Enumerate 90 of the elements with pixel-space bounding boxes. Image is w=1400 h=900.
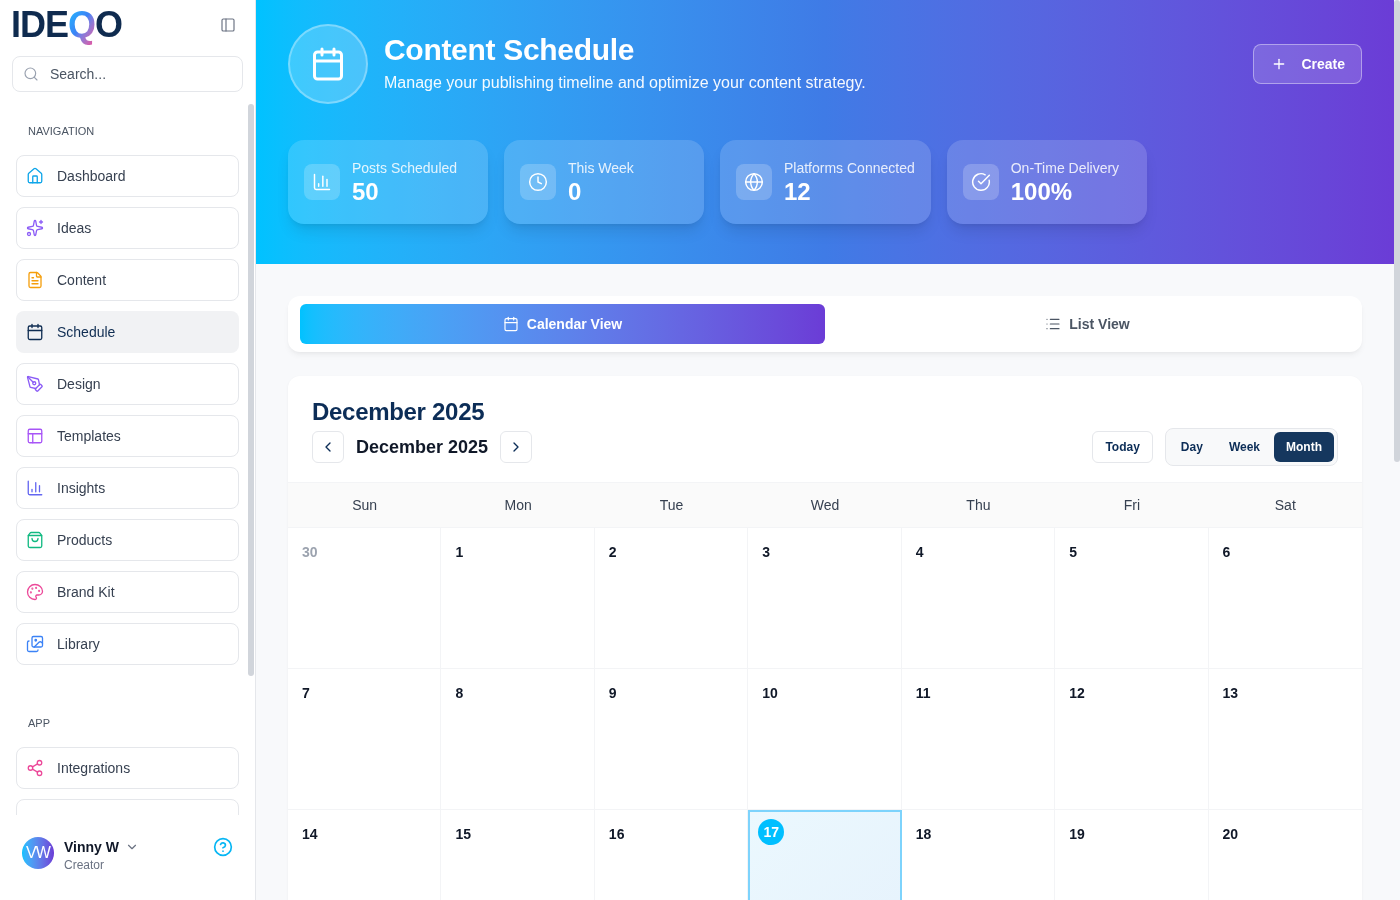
day-number: 7 — [302, 685, 310, 701]
scrollbar-thumb[interactable] — [1394, 0, 1400, 462]
bar-chart-icon — [304, 164, 340, 200]
view-tab[interactable]: Calendar View — [300, 304, 825, 344]
section-label: APP — [28, 716, 50, 731]
day-number: 6 — [1222, 544, 1231, 560]
weekday-label: Tue — [659, 496, 684, 515]
create-button[interactable]: Create — [1253, 44, 1362, 84]
user-menu-button[interactable]: Vinny W — [64, 837, 139, 857]
day-number: 1 — [455, 544, 464, 560]
images-icon — [26, 635, 44, 653]
calendar-icon — [502, 316, 519, 332]
calendar-title: December 2025 — [312, 397, 485, 427]
scrollbar-thumb[interactable] — [248, 104, 254, 676]
view-tab[interactable]: List View — [825, 304, 1350, 344]
nav-item[interactable]: Brand Kit — [16, 571, 239, 613]
calendar-period: December 2025 — [356, 435, 489, 459]
nav-item[interactable]: Schedule — [16, 311, 239, 353]
stat-value: 100% — [1010, 178, 1073, 206]
day-number: 5 — [1069, 544, 1077, 560]
avatar[interactable]: VW — [22, 837, 54, 869]
nav-item[interactable]: Insights — [16, 467, 239, 509]
today-button[interactable]: Today — [1092, 431, 1153, 463]
view-mode-tab[interactable]: Month — [1274, 432, 1334, 462]
stat-label: On-Time Delivery — [1010, 159, 1120, 178]
list-icon — [1045, 316, 1062, 332]
clock-icon — [520, 164, 556, 200]
nav-item[interactable]: Library — [16, 623, 239, 665]
view-mode-tab[interactable]: Day — [1168, 432, 1215, 462]
nav-item[interactable]: Ideas — [16, 207, 239, 249]
day-number: 19 — [1069, 826, 1085, 842]
section-label: NAVIGATION — [28, 124, 95, 139]
stat-value: 0 — [568, 178, 582, 206]
day-number: 14 — [302, 826, 318, 842]
shopping-bag-icon — [26, 531, 44, 549]
palette-icon — [26, 583, 44, 601]
search-field[interactable]: Search... — [12, 56, 243, 92]
nav-item[interactable]: Integrations — [16, 747, 239, 789]
calendar-day-cell[interactable]: 7 — [288, 669, 442, 809]
day-number: 12 — [1069, 685, 1085, 701]
day-number: 11 — [915, 685, 931, 701]
day-number: 13 — [1222, 685, 1239, 701]
stat-value: 50 — [352, 178, 379, 206]
next-button[interactable] — [500, 431, 533, 463]
weekday-label: Thu — [966, 496, 991, 515]
nav-item[interactable]: Dashboard — [16, 155, 239, 197]
day-number: 10 — [762, 685, 778, 701]
day-number: 4 — [915, 544, 924, 560]
day-number: 30 — [302, 544, 318, 560]
nav-item[interactable]: Content — [16, 259, 239, 301]
stat-label: Platforms Connected — [784, 159, 915, 178]
weekday-label: Sat — [1274, 496, 1296, 515]
stat-label: Posts Scheduled — [352, 159, 458, 178]
page-title: Content Schedule — [384, 32, 635, 68]
stat-value: 12 — [784, 178, 811, 206]
view-mode-tab[interactable]: Week — [1216, 432, 1272, 462]
day-number: 16 — [608, 826, 625, 842]
day-number: 18 — [915, 826, 932, 842]
logo: IDEQO — [11, 7, 123, 43]
calendar-icon — [26, 323, 44, 341]
weekday-label: Wed — [810, 496, 840, 515]
house-icon — [26, 167, 44, 185]
layout-icon — [26, 427, 44, 445]
share-icon — [26, 759, 44, 777]
day-number: 17 — [758, 819, 785, 845]
nav-item[interactable]: Design — [16, 363, 239, 405]
search-icon — [23, 66, 39, 82]
pen-icon — [26, 375, 44, 393]
sparkles-icon — [26, 219, 44, 237]
weekday-label: Sun — [352, 496, 378, 515]
day-number: 20 — [1222, 826, 1239, 842]
globe-icon — [736, 164, 772, 200]
calendar-day-cell[interactable]: 14 — [288, 810, 442, 900]
nav-item[interactable]: Products — [16, 519, 239, 561]
day-number: 9 — [608, 685, 617, 701]
page-subtitle: Manage your publishing timeline and optimize your content strategy. — [384, 73, 866, 93]
sidebar-toggle-icon[interactable] — [220, 17, 236, 33]
stat-label: This Week — [568, 159, 634, 178]
nav-item[interactable]: Templates — [16, 415, 239, 457]
bar-chart-icon — [26, 479, 44, 497]
help-icon[interactable] — [213, 837, 233, 857]
previous-button[interactable] — [312, 431, 344, 463]
day-number: 2 — [608, 544, 617, 560]
day-number: 3 — [762, 544, 771, 560]
weekday-label: Mon — [504, 496, 532, 515]
day-number: 8 — [455, 685, 464, 701]
day-number: 15 — [455, 826, 471, 842]
user-role: Creator — [64, 857, 104, 873]
document-icon — [26, 271, 44, 289]
weekday-label: Fri — [1123, 496, 1140, 515]
